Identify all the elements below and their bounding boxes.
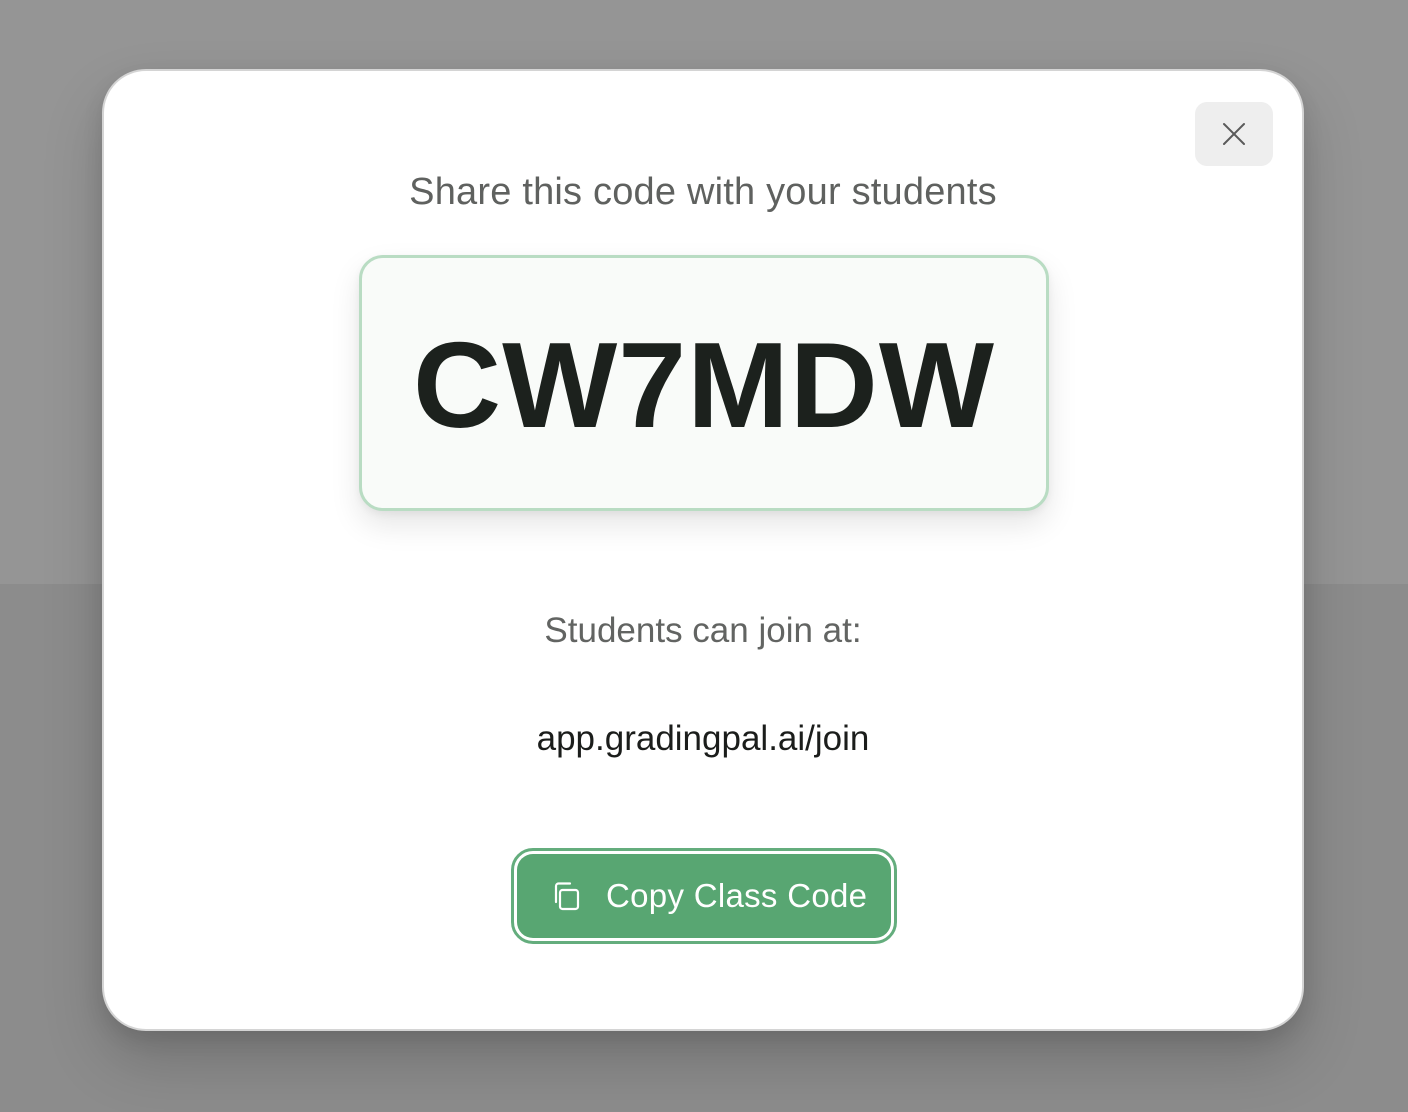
modal-title: Share this code with your students bbox=[409, 171, 997, 213]
copy-class-code-button[interactable]: Copy Class Code bbox=[517, 854, 891, 938]
class-code: CW7MDW bbox=[413, 317, 995, 453]
copy-icon bbox=[550, 880, 582, 912]
close-icon bbox=[1221, 121, 1247, 147]
close-button[interactable] bbox=[1195, 102, 1273, 166]
share-code-modal: Share this code with your students CW7MD… bbox=[102, 69, 1304, 1031]
join-label: Students can join at: bbox=[544, 611, 862, 650]
join-url: app.gradingpal.ai/join bbox=[536, 719, 870, 758]
class-code-box: CW7MDW bbox=[359, 255, 1049, 511]
copy-button-focus-ring: Copy Class Code bbox=[511, 848, 897, 944]
copy-button-label: Copy Class Code bbox=[606, 877, 868, 914]
